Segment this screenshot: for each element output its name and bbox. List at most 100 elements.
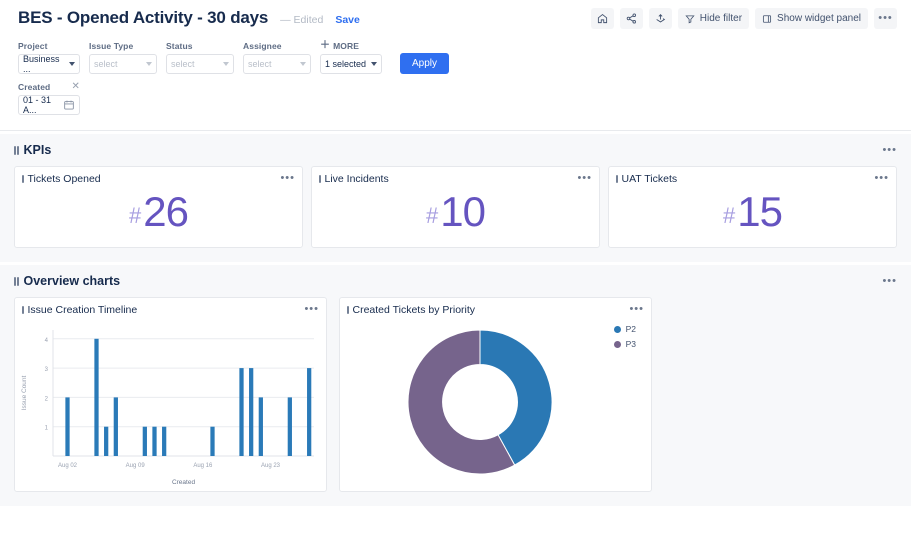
drag-handle-icon[interactable] <box>319 175 321 183</box>
kpi-card-uat-tickets[interactable]: UAT Tickets ••• # 15 <box>608 166 897 248</box>
legend-item-P3[interactable]: P3 <box>613 339 636 349</box>
filter-created: Created ✕ 01 - 31 A... <box>18 81 80 115</box>
svg-text:4: 4 <box>45 338 49 344</box>
section-overview-charts: Overview charts ••• Issue Creation Timel… <box>0 265 911 506</box>
legend-label: P3 <box>625 339 636 349</box>
svg-text:2: 2 <box>45 396 49 402</box>
assignee-select[interactable]: select <box>243 54 311 74</box>
chart-title: Created Tickets by Priority <box>352 304 476 316</box>
chevron-down-icon <box>223 62 229 66</box>
more-icon: ••• <box>878 12 893 24</box>
legend-swatch-icon <box>613 340 621 348</box>
chart-card-created-tickets-by-priority[interactable]: Created Tickets by Priority ••• P2 P3 <box>339 297 652 492</box>
filter-more-label: ＋ MORE <box>320 40 382 51</box>
home-button[interactable] <box>590 8 614 29</box>
project-select[interactable]: Business ... <box>18 54 80 74</box>
svg-text:Created: Created <box>172 479 196 486</box>
drag-handle-icon[interactable] <box>347 306 349 314</box>
chevron-down-icon <box>146 62 152 66</box>
apply-button[interactable]: Apply <box>400 53 450 74</box>
kpi-card-tickets-opened[interactable]: Tickets Opened ••• # 26 <box>14 166 303 248</box>
filter-project-label: Project <box>18 40 48 51</box>
filter-assignee: Assignee select <box>243 40 311 74</box>
svg-text:Issue Count: Issue Count <box>21 375 28 410</box>
svg-text:3: 3 <box>45 367 49 373</box>
hash-icon: # <box>723 203 736 228</box>
section-kpis-title: KPIs <box>14 143 51 157</box>
assignee-select-value: select <box>248 59 272 69</box>
section-overview-label: Overview charts <box>23 274 121 288</box>
donut-chart-plot <box>340 320 651 491</box>
hash-icon: # <box>426 203 439 228</box>
title-area: BES - Opened Activity - 30 days — Edited… <box>18 6 591 32</box>
kpi-card-menu[interactable]: ••• <box>577 173 592 184</box>
section-overview-menu[interactable]: ••• <box>882 275 897 287</box>
drag-handle-icon[interactable] <box>22 175 24 183</box>
issue-type-select[interactable]: select <box>89 54 157 74</box>
section-kpis-head: KPIs ••• <box>14 143 897 157</box>
kpi-card-menu[interactable]: ••• <box>280 173 295 184</box>
drag-handle-icon[interactable] <box>14 276 19 286</box>
close-icon[interactable]: ✕ <box>72 81 80 92</box>
more-select[interactable]: 1 selected <box>320 54 382 74</box>
chart-card-menu[interactable]: ••• <box>304 304 319 315</box>
kpi-value: 26 <box>143 188 189 235</box>
filter-status-label: Status <box>166 40 193 51</box>
bar-chart-plot: 1 2 3 4 Aug 02 Aug 09 Aug 16 Aug 23 Created Issue… <box>15 320 326 491</box>
export-button[interactable] <box>648 8 672 29</box>
svg-text:Aug 09: Aug 09 <box>126 463 146 469</box>
drag-handle-icon[interactable] <box>616 175 618 183</box>
chart-card-list: Issue Creation Timeline ••• 1 2 3 4 Aug 02 Au… <box>14 297 897 492</box>
legend-label: P2 <box>625 324 636 334</box>
filter-project: Project Business ... <box>18 40 80 74</box>
legend-item-P2[interactable]: P2 <box>613 324 636 334</box>
filter-more: ＋ MORE 1 selected <box>320 40 382 74</box>
kpi-card-live-incidents[interactable]: Live Incidents ••• # 10 <box>311 166 600 248</box>
created-date-input[interactable]: 01 - 31 A... <box>18 95 80 115</box>
kpi-value: 10 <box>440 188 486 235</box>
donut-chart-svg <box>407 329 553 475</box>
filter-issue-type: Issue Type select <box>89 40 157 74</box>
drag-handle-icon[interactable] <box>22 306 24 314</box>
hide-filter-label: Hide filter <box>699 13 743 24</box>
panel-icon <box>762 14 772 24</box>
home-icon <box>597 13 608 24</box>
hash-icon: # <box>129 203 142 228</box>
edited-status: — Edited <box>280 14 324 26</box>
chart-card-menu[interactable]: ••• <box>629 304 644 315</box>
section-kpis-menu[interactable]: ••• <box>882 144 897 156</box>
created-label-text: Created <box>18 81 51 92</box>
show-widget-panel-button[interactable]: Show widget panel <box>755 8 868 29</box>
kpi-card-list: Tickets Opened ••• # 26 Live Incidents •… <box>14 166 897 248</box>
export-icon <box>655 13 666 24</box>
kpi-title: UAT Tickets <box>621 173 678 185</box>
filter-bar: Project Business ... Issue Type select S… <box>0 34 911 131</box>
bar-chart-svg: 1 2 3 4 Aug 02 Aug 09 Aug 16 Aug 23 Created Issue… <box>21 330 314 486</box>
svg-text:Aug 23: Aug 23 <box>261 463 281 469</box>
kpi-card-menu[interactable]: ••• <box>874 173 889 184</box>
issue-type-select-value: select <box>94 59 118 69</box>
kpi-title: Live Incidents <box>324 173 389 185</box>
status-select-value: select <box>171 59 195 69</box>
hide-filter-button[interactable]: Hide filter <box>677 8 750 29</box>
save-link[interactable]: Save <box>335 8 360 32</box>
share-button[interactable] <box>619 8 643 29</box>
kpi-title: Tickets Opened <box>27 173 101 185</box>
status-select[interactable]: select <box>166 54 234 74</box>
filter-row-secondary: Created ✕ 01 - 31 A... <box>18 81 893 115</box>
more-options-button[interactable]: ••• <box>874 8 897 29</box>
filter-icon <box>685 14 695 24</box>
filter-row-primary: Project Business ... Issue Type select S… <box>18 40 893 74</box>
section-overview-head: Overview charts ••• <box>14 274 897 288</box>
top-bar: BES - Opened Activity - 30 days — Edited… <box>0 0 911 34</box>
kpi-value: 15 <box>737 188 783 235</box>
section-kpis-label: KPIs <box>23 143 52 157</box>
drag-handle-icon[interactable] <box>14 145 19 155</box>
share-icon <box>626 13 637 24</box>
plus-icon: ＋ <box>320 39 331 51</box>
filter-created-label: Created ✕ <box>18 81 80 92</box>
chart-title: Issue Creation Timeline <box>27 304 138 316</box>
project-select-value: Business ... <box>23 54 60 74</box>
show-widget-panel-label: Show widget panel <box>777 13 861 24</box>
chart-card-issue-creation-timeline[interactable]: Issue Creation Timeline ••• 1 2 3 4 Aug 02 Au… <box>14 297 327 492</box>
